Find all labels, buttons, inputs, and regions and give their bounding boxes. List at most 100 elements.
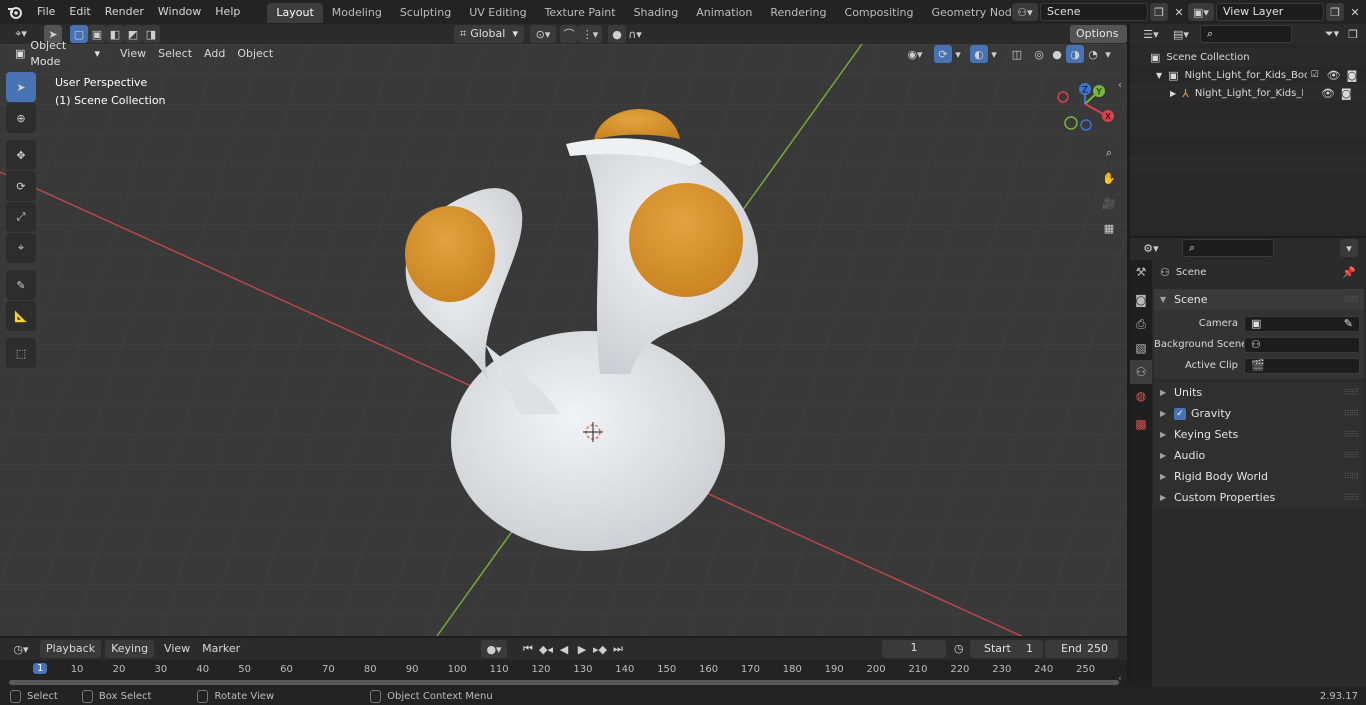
drag-handle-icon[interactable]: ⠿⠿⠿	[1343, 451, 1359, 460]
subpanel-keying-sets[interactable]: ▶ Keying Sets ⠿⠿⠿	[1154, 424, 1364, 445]
drag-handle-icon[interactable]: ⠿⠿⠿	[1343, 295, 1359, 304]
timeline-editor-icon[interactable]: ◷▾	[8, 640, 34, 658]
properties-editor-icon[interactable]: ⚙▾	[1138, 239, 1164, 257]
subpanel-audio[interactable]: ▶ Audio ⠿⠿⠿	[1154, 445, 1364, 466]
tool-tab-icon[interactable]: ⚒	[1130, 260, 1152, 284]
blender-logo-icon[interactable]	[0, 0, 30, 24]
viewport-menu-select[interactable]: Select	[152, 45, 198, 63]
transform-tool-icon[interactable]: ⌖	[6, 233, 36, 263]
ortho-toggle-icon[interactable]: ▦	[1099, 217, 1119, 239]
rendered-shading-icon[interactable]: ◔	[1084, 45, 1102, 63]
select-subtract-icon[interactable]: ◧	[106, 25, 124, 43]
jump-start-icon[interactable]: ⏮	[519, 640, 537, 658]
visibility-icon[interactable]: ◉▾	[902, 45, 928, 63]
cursor-tool-icon[interactable]: ⊕	[6, 103, 36, 133]
camera-render-icon[interactable]: ◙	[1347, 69, 1358, 82]
select-invert-icon[interactable]: ◩	[124, 25, 142, 43]
eye-icon[interactable]: 👁	[1321, 87, 1335, 100]
outliner-editor-icon[interactable]: ☰▾	[1138, 25, 1164, 43]
chevron-down-icon[interactable]: ▾	[988, 45, 1000, 63]
new-scene-icon[interactable]: ❐	[1150, 3, 1168, 21]
outliner-search-input[interactable]: ⌕	[1200, 25, 1292, 43]
tab-modeling[interactable]: Modeling	[323, 3, 391, 23]
new-collection-icon[interactable]: ❐	[1344, 25, 1362, 43]
world-tab-icon[interactable]: ◍	[1130, 384, 1152, 408]
options-dropdown[interactable]: Options ▾	[1070, 25, 1127, 58]
texture-tab-icon[interactable]: ▩	[1130, 412, 1152, 436]
viewport-menu-object[interactable]: Object	[231, 45, 279, 63]
xray-toggle-icon[interactable]: ◫	[1008, 45, 1026, 63]
timeline-sidebar-icon[interactable]: ‹	[1118, 674, 1122, 684]
move-tool-icon[interactable]: ✥	[6, 140, 36, 170]
overlay-toggle-icon[interactable]: ◐	[970, 45, 988, 63]
select-intersect-icon[interactable]: ◨	[142, 25, 160, 43]
add-cube-tool-icon[interactable]: ⬚	[6, 338, 36, 368]
view-layer-icon[interactable]: ▣▾	[1188, 3, 1214, 21]
drag-handle-icon[interactable]: ⠿⠿⠿	[1343, 472, 1359, 481]
subpanel-gravity[interactable]: ▶ ✓ Gravity ⠿⠿⠿	[1154, 403, 1364, 424]
timeline-menu-view[interactable]: View	[158, 640, 196, 658]
falloff-icon[interactable]: ∩▾	[626, 25, 644, 43]
jump-keyframe-forward-icon[interactable]: ▸◆	[591, 640, 609, 658]
pan-hand-icon[interactable]: ✋	[1099, 167, 1119, 189]
menu-edit[interactable]: Edit	[62, 0, 97, 24]
scene-panel-header[interactable]: ▼ Scene ⠿⠿⠿	[1154, 289, 1364, 310]
filter-icon[interactable]: ⏷▾	[1320, 25, 1344, 43]
outliner-collection-row[interactable]: ▼ ▣ Night_Light_for_Kids_Boon_Gl ☑ 👁 ◙	[1130, 66, 1366, 84]
solid-shading-icon[interactable]: ●	[1048, 45, 1066, 63]
end-frame-field[interactable]: End 250	[1045, 640, 1118, 658]
tab-layout[interactable]: Layout	[267, 3, 323, 23]
jump-keyframe-back-icon[interactable]: ◆◂	[537, 640, 555, 658]
annotate-tool-icon[interactable]: ✎	[6, 270, 36, 300]
drag-handle-icon[interactable]: ⠿⠿⠿	[1343, 493, 1359, 502]
properties-search-input[interactable]: ⌕	[1182, 239, 1274, 257]
proportional-edit-icon[interactable]: ●	[608, 25, 626, 43]
subpanel-rigid-body-world[interactable]: ▶ Rigid Body World ⠿⠿⠿	[1154, 466, 1364, 487]
start-frame-field[interactable]: Start 1	[970, 640, 1043, 658]
delete-view-layer-icon[interactable]: ✕	[1346, 3, 1364, 21]
active-clip-field[interactable]: 🎬	[1244, 357, 1360, 374]
wireframe-shading-icon[interactable]: ◎	[1030, 45, 1048, 63]
measure-tool-icon[interactable]: 📐	[6, 301, 36, 331]
camera-view-icon[interactable]: 🎥	[1099, 192, 1119, 214]
scale-tool-icon[interactable]: ⤢	[6, 202, 36, 232]
view-layer-field[interactable]: View Layer	[1216, 3, 1324, 21]
checkbox-icon[interactable]: ☑	[1311, 70, 1319, 80]
scene-icon[interactable]: ⚇▾	[1012, 3, 1038, 21]
expand-arrow-icon[interactable]: ▶	[1170, 89, 1176, 98]
timeline-menu-playback[interactable]: Playback	[40, 640, 102, 658]
menu-file[interactable]: File	[30, 0, 62, 24]
play-reverse-icon[interactable]: ◀	[555, 640, 573, 658]
viewport-canvas[interactable]: Z Y X	[0, 44, 1127, 636]
camera-field[interactable]: ▣ ✎	[1244, 315, 1360, 332]
tab-rendering[interactable]: Rendering	[761, 3, 835, 23]
material-shading-icon[interactable]: ◑	[1066, 45, 1084, 63]
mode-select[interactable]: ▣ Object Mode ▾	[9, 39, 106, 68]
timeline-ruler[interactable]: 1 10 20 30 40 50 60 70 80 90 100 110 120 130 140 150 160…	[0, 660, 1127, 680]
preview-range-icon[interactable]: ◷	[954, 642, 964, 655]
subpanel-units[interactable]: ▶ Units ⠿⠿⠿	[1154, 382, 1364, 403]
timeline-menu-marker[interactable]: Marker	[196, 640, 246, 658]
transform-orientation-select[interactable]: ⌗ Global ▾	[454, 25, 524, 43]
sidebar-toggle-icon[interactable]: ‹	[1118, 80, 1122, 91]
jump-end-icon[interactable]: ⏭	[609, 640, 627, 658]
viewport-menu-add[interactable]: Add	[198, 45, 231, 63]
eye-icon[interactable]: 👁	[1327, 69, 1341, 82]
zoom-icon[interactable]: ⌕	[1099, 142, 1119, 164]
render-tab-icon[interactable]: ◙	[1130, 288, 1152, 312]
drag-handle-icon[interactable]: ⠿⠿⠿	[1343, 409, 1359, 418]
tab-uv-editing[interactable]: UV Editing	[460, 3, 535, 23]
delete-scene-icon[interactable]: ✕	[1170, 3, 1188, 21]
3d-viewport[interactable]: Z Y X	[0, 44, 1127, 636]
chevron-down-icon[interactable]: ▾	[1102, 45, 1114, 63]
menu-window[interactable]: Window	[151, 0, 208, 24]
timeline-menu-keying[interactable]: Keying	[105, 640, 155, 658]
view-layer-tab-icon[interactable]: ▧	[1130, 336, 1152, 360]
drag-handle-icon[interactable]: ⠿⠿⠿	[1343, 430, 1359, 439]
tab-sculpting[interactable]: Sculpting	[391, 3, 460, 23]
drag-handle-icon[interactable]: ⠿⠿⠿	[1343, 388, 1359, 397]
properties-options-icon[interactable]: ▾	[1340, 239, 1358, 257]
scene-name-field[interactable]: Scene	[1040, 3, 1148, 21]
subpanel-custom-properties[interactable]: ▶ Custom Properties ⠿⠿⠿	[1154, 487, 1364, 508]
display-mode-icon[interactable]: ▤▾	[1168, 25, 1194, 43]
